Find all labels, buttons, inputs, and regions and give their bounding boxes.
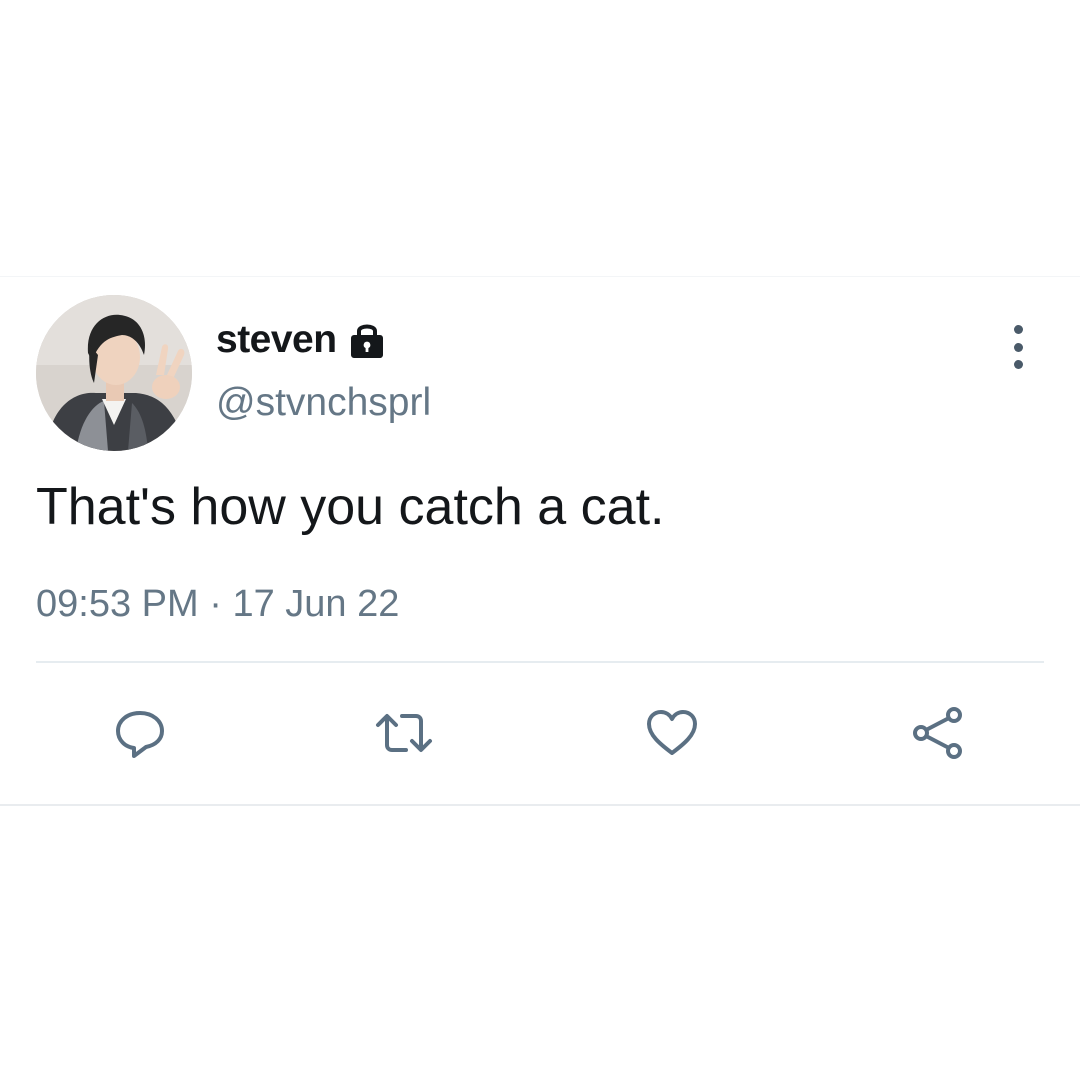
comment-icon [116,711,164,758]
tweet-timestamp: 09:53 PM · 17 Jun 22 [36,583,399,626]
author-row: steven [216,315,387,365]
reply-button[interactable] [108,701,172,765]
share-icon [913,707,962,759]
retweet-icon [376,714,432,752]
user-handle[interactable]: @stvnchsprl [216,381,431,425]
tweet-date: 17 Jun 22 [232,583,400,625]
more-options-button[interactable] [1000,325,1036,369]
meta-separator: · [209,583,222,625]
display-name[interactable]: steven [216,318,337,362]
tweet-card: steven @stvnchsprl That's how you catch … [0,276,1080,806]
tweet-text: That's how you catch a cat. [36,478,665,536]
retweet-button[interactable] [372,701,436,765]
like-button[interactable] [640,701,704,765]
more-dot [1013,342,1023,352]
tweet-time: 09:53 PM [36,583,199,625]
heart-icon [647,710,697,755]
share-button[interactable] [906,701,970,765]
divider [36,661,1044,663]
more-dot [1013,360,1023,369]
avatar-photo [36,295,192,451]
page: steven @stvnchsprl That's how you catch … [0,0,1080,1080]
lock-icon [347,320,387,360]
more-vertical-icon [1013,325,1023,334]
avatar[interactable] [36,295,192,451]
